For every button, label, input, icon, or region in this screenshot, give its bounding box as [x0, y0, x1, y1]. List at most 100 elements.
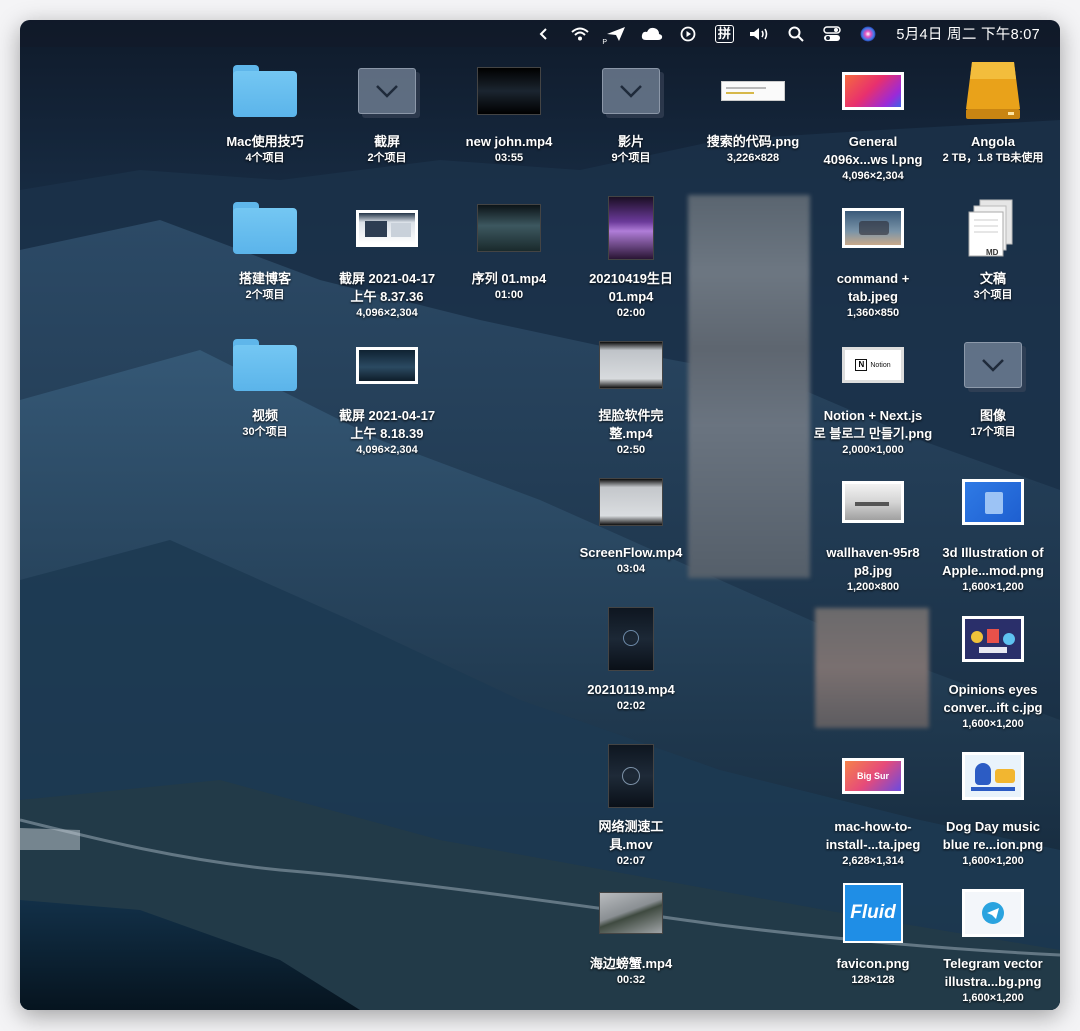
item-name: wallhaven-95r8 p8.jpg — [826, 545, 920, 578]
item-name: 网络测速工 具.mov — [598, 819, 664, 852]
item-meta: 1,600×1,200 — [962, 992, 1024, 1004]
video-thumbnail — [608, 196, 654, 260]
image-thumbnail — [842, 481, 904, 523]
item-meta: 4,096×2,304 — [842, 170, 904, 182]
item-name: 截屏 2021-04-17 上午 8.18.39 — [338, 408, 436, 441]
item-name: Opinions eyes conver...ift c.jpg — [943, 682, 1043, 715]
control-center-icon[interactable] — [814, 20, 850, 47]
paper-plane-icon[interactable]: P — [598, 20, 634, 47]
cloud-icon[interactable] — [634, 20, 670, 47]
item-name: 图像 — [979, 408, 1006, 423]
item-name: 文稿 — [979, 271, 1006, 286]
desktop-item-image[interactable]: Opinions eyes conver...ift c.jpg 1,600×1… — [918, 609, 1060, 732]
item-name: 截屏 — [373, 134, 400, 149]
item-name: 序列 01.mp4 — [471, 271, 547, 286]
volume-icon[interactable] — [742, 20, 778, 47]
item-meta: 4,096×2,304 — [356, 307, 418, 319]
item-meta: 02:07 — [616, 855, 646, 867]
folder-icon — [964, 342, 1022, 388]
md-label: MD — [986, 248, 999, 257]
image-thumbnail — [842, 208, 904, 248]
item-name: Notion + Next.js 로 블로그 만들기.png — [813, 408, 933, 441]
item-meta: 02:02 — [616, 700, 646, 712]
desktop-item-drive[interactable]: Angola 2 TB，1.8 TB未使用 — [918, 61, 1060, 166]
desktop-item-image[interactable]: 3d Illustration of Apple...mod.png 1,600… — [918, 472, 1060, 595]
desktop-item-video[interactable]: 捏脸软件完 整.mp4 02:50 — [556, 335, 706, 458]
item-meta: 00:32 — [616, 974, 646, 986]
item-meta: 2,628×1,314 — [842, 855, 904, 867]
chevron-down-icon — [982, 359, 1004, 372]
item-name: 20210119.mp4 — [587, 682, 675, 697]
input-method-icon[interactable]: 拼 — [706, 20, 742, 47]
item-meta: 02:50 — [616, 444, 646, 456]
screenshot-thumbnail — [356, 346, 418, 384]
image-thumbnail — [962, 752, 1024, 800]
image-thumbnail — [962, 616, 1024, 662]
video-thumbnail — [599, 478, 663, 526]
wifi-icon[interactable] — [562, 20, 598, 47]
item-meta: 2,000×1,000 — [842, 444, 904, 456]
chevron-down-icon — [376, 85, 398, 98]
input-method-glyph: 拼 — [714, 24, 734, 43]
video-thumbnail — [477, 67, 541, 115]
desktop-item-image[interactable]: Telegram vector illustra...bg.png 1,600×… — [918, 883, 1060, 1006]
item-name: 视频 — [251, 408, 278, 423]
desktop-item-video[interactable]: 20210419生日 01.mp4 02:00 — [556, 196, 706, 321]
item-meta: 1,600×1,200 — [962, 718, 1024, 730]
siri-icon[interactable] — [850, 20, 886, 47]
desktop-item-folder[interactable]: MD 文稿 3个项目 — [918, 198, 1060, 303]
chevron-down-icon — [620, 85, 642, 98]
desktop-item-video[interactable]: 海边螃蟹.mp4 00:32 — [556, 883, 706, 988]
video-thumbnail — [608, 744, 654, 808]
redacted-region — [688, 195, 810, 578]
item-name: Telegram vector illustra...bg.png — [943, 956, 1043, 989]
item-meta: 1,200×800 — [846, 581, 900, 593]
paper-plane-sub-label: P — [602, 39, 608, 46]
item-name: mac-how-to- install-...ta.jpeg — [825, 819, 921, 852]
desktop-item-image[interactable]: Dog Day music blue re...ion.png 1,600×1,… — [918, 746, 1060, 869]
folder-icon — [602, 68, 660, 114]
chevron-left-icon[interactable] — [526, 20, 562, 47]
notion-icon: N — [855, 359, 868, 371]
external-drive-icon — [966, 62, 1020, 119]
folder-icon — [233, 202, 297, 254]
notion-label: Notion — [870, 361, 891, 369]
play-circle-icon[interactable] — [670, 20, 706, 47]
folder-icon — [358, 68, 416, 114]
item-meta: 1,360×850 — [846, 307, 900, 319]
item-meta: 3个项目 — [973, 289, 1013, 301]
desktop-item-video[interactable]: 20210119.mp4 02:02 — [556, 607, 706, 714]
video-thumbnail — [599, 892, 663, 934]
item-name: 搭建博客 — [238, 271, 291, 286]
desktop-item-folder[interactable]: 图像 17个项目 — [918, 335, 1060, 440]
desktop-item-video[interactable]: 网络测速工 具.mov 02:07 — [556, 744, 706, 869]
image-thumbnail — [962, 889, 1024, 937]
big-sur-label: Big Sur — [856, 771, 889, 781]
item-name: Angola — [970, 134, 1016, 149]
item-name: 3d Illustration of Apple...mod.png — [942, 545, 1044, 578]
item-meta: 4,096×2,304 — [356, 444, 418, 456]
desktop-item-video[interactable]: ScreenFlow.mp4 03:04 — [556, 472, 706, 577]
item-meta: 9个项目 — [611, 152, 651, 164]
video-thumbnail — [599, 341, 663, 389]
video-thumbnail — [477, 204, 541, 252]
item-name: 捏脸软件完 整.mp4 — [598, 408, 664, 441]
item-meta: 17个项目 — [970, 426, 1016, 438]
item-meta: 2个项目 — [245, 289, 285, 301]
item-meta: 3,226×828 — [726, 152, 780, 164]
menubar-clock[interactable]: 5月4日 周二 下午8:07 — [886, 20, 1060, 47]
item-meta: 128×128 — [851, 974, 895, 986]
folder-icon — [233, 339, 297, 391]
desktop: P 拼 5月4日 周二 下午8:07 Mac使用技巧 4个项目 截屏 2个项目 … — [20, 20, 1060, 1010]
item-meta: 02:00 — [616, 307, 646, 319]
item-name: new john.mp4 — [465, 134, 553, 149]
item-meta: 30个项目 — [242, 426, 288, 438]
desktop-item-screenshot[interactable]: 截屏 2021-04-17 上午 8.18.39 4,096×2,304 — [312, 335, 462, 458]
search-icon[interactable] — [778, 20, 814, 47]
image-thumbnail — [962, 479, 1024, 525]
image-thumbnail — [842, 72, 904, 110]
menu-bar: P 拼 5月4日 周二 下午8:07 — [20, 20, 1060, 47]
item-name: 搜索的代码.png — [706, 134, 800, 149]
telegram-icon — [982, 902, 1004, 924]
item-name: 20210419生日 01.mp4 — [589, 271, 673, 304]
